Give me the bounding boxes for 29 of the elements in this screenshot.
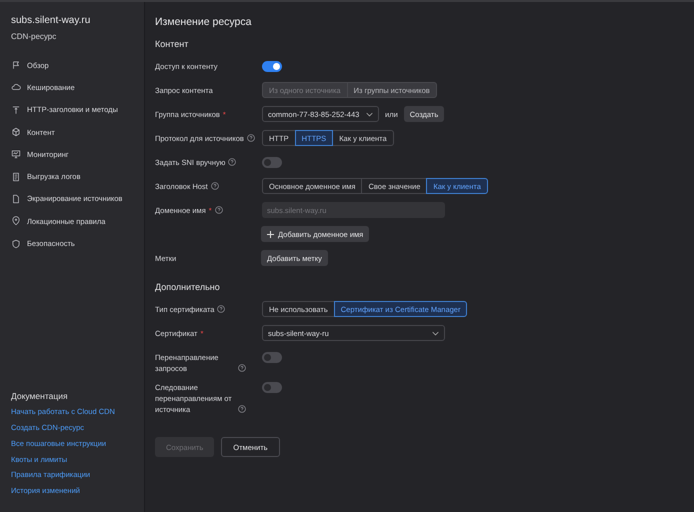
toggle-switch[interactable] [262, 352, 282, 362]
sidebar-item-icon [11, 127, 21, 138]
sidebar-item-icon [11, 82, 21, 92]
help-icon[interactable] [238, 364, 246, 372]
plus-icon [267, 230, 274, 238]
section-title: Дополнительно [155, 282, 221, 292]
page-title: Изменение ресурса [155, 16, 252, 28]
docs-title: Документация [11, 391, 69, 402]
resource-type: CDN-ресурс [11, 32, 58, 41]
sidebar-item-icon [11, 60, 21, 70]
resource-title: subs.silent-way.ru [11, 15, 92, 26]
sidebar-item-icon [11, 216, 21, 226]
help-icon[interactable] [238, 405, 246, 413]
chevron-down-icon [432, 330, 439, 336]
help-icon[interactable] [210, 182, 219, 190]
sidebar-item-icon [11, 194, 21, 204]
sidebar-item-icon [11, 238, 21, 249]
toggle-switch[interactable] [262, 60, 282, 72]
help-icon[interactable] [217, 304, 226, 312]
sidebar-item-icon [11, 172, 21, 182]
toggle-switch[interactable] [262, 156, 282, 168]
help-icon[interactable] [228, 158, 236, 166]
section-title: Контент [155, 39, 190, 49]
sidebar-item-icon [11, 149, 21, 160]
sidebar-item-icon [11, 104, 21, 115]
toggle-switch[interactable] [262, 382, 282, 393]
chevron-down-icon [366, 112, 373, 116]
help-icon[interactable] [246, 134, 255, 142]
help-icon[interactable] [214, 206, 223, 214]
